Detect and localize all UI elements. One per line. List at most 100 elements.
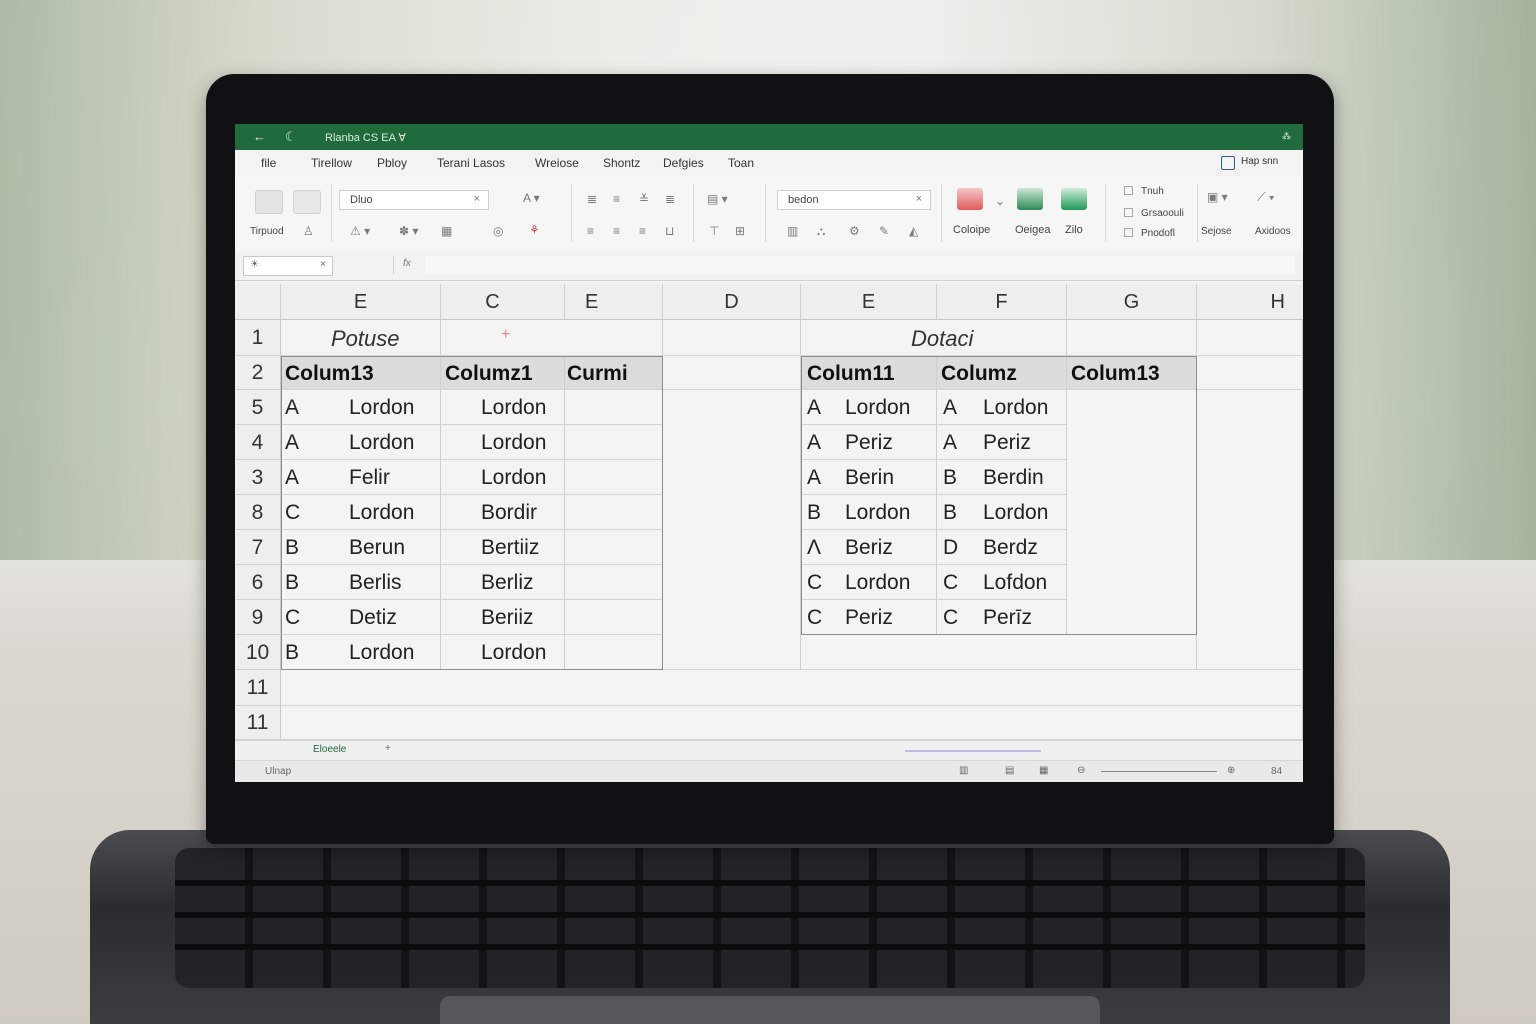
row-header[interactable]: 1 [235, 320, 281, 356]
table-cell[interactable] [565, 635, 663, 670]
zoom-in-icon[interactable]: ⊕ [1227, 765, 1235, 776]
table-cell[interactable]: A Berin [801, 460, 937, 495]
clear-icon[interactable]: ⚘ [529, 223, 540, 237]
table-cell[interactable] [1067, 390, 1197, 635]
cell[interactable] [1197, 356, 1303, 390]
table-cell[interactable] [565, 565, 663, 600]
align-middle-icon[interactable]: ≡ [613, 192, 620, 206]
window-menu-icon[interactable]: ⁂ [1282, 131, 1291, 142]
table-header-cell[interactable]: Columz [937, 356, 1067, 390]
highlight-icon[interactable]: ◎ [493, 224, 503, 238]
font-color-icon[interactable]: ✽ ▾ [399, 224, 418, 238]
table-cell[interactable]: A Lordon [281, 390, 441, 425]
table-cell[interactable] [565, 530, 663, 565]
share-icon[interactable] [1221, 156, 1235, 170]
normal-view-icon[interactable]: ▥ [959, 765, 968, 776]
table-cell[interactable] [565, 425, 663, 460]
checkbox-icon[interactable]: ☐ [1123, 184, 1134, 198]
format-painter-icon[interactable]: ♙ [303, 224, 314, 238]
wrap-text-icon[interactable]: ≣ [665, 192, 675, 206]
checkbox-icon[interactable]: ☐ [1123, 226, 1134, 240]
conditional-formatting-icon[interactable] [957, 188, 983, 210]
percent-icon[interactable]: ⊞ [735, 224, 745, 238]
table-cell[interactable]: A Lordon [281, 425, 441, 460]
number-format-icon[interactable]: ▤ ▾ [707, 192, 728, 206]
table-cell[interactable]: B Berdin [937, 460, 1067, 495]
empty-row[interactable] [281, 670, 1303, 706]
table-cell[interactable]: B Berun [281, 530, 441, 565]
row-header[interactable]: 6 [235, 565, 281, 600]
chevron-down-icon[interactable]: ⌄ [995, 194, 1005, 208]
table-cell[interactable] [565, 495, 663, 530]
table-cell[interactable]: B Lordon [801, 495, 937, 530]
align-center-icon[interactable]: ≡ [613, 224, 620, 238]
table-cell[interactable]: C Lordon [801, 565, 937, 600]
name-box[interactable]: ☀ × [243, 256, 333, 276]
table-cell[interactable]: A Lordon [801, 390, 937, 425]
insert-icon[interactable]: ▣ ▾ [1207, 190, 1228, 204]
add-sheet-button[interactable]: + [385, 743, 391, 754]
cell[interactable] [1197, 320, 1303, 356]
cell[interactable] [1067, 320, 1197, 356]
format-as-table-icon[interactable] [1017, 188, 1043, 210]
table-cell[interactable]: Lordon [441, 460, 565, 495]
table-cell[interactable]: C Perīz [937, 600, 1067, 635]
row-header[interactable]: 11 [235, 670, 281, 706]
table-header-cell[interactable]: Columz1 [441, 356, 565, 390]
cell[interactable] [801, 635, 1197, 670]
table-cell[interactable] [565, 600, 663, 635]
table-cell[interactable]: Λ Beriz [801, 530, 937, 565]
cell-styles-icon[interactable] [1061, 188, 1087, 210]
column-header[interactable]: E [281, 284, 441, 320]
page-break-icon[interactable]: ▦ [1039, 765, 1048, 776]
table-cell[interactable]: B Berlis [281, 565, 441, 600]
cell[interactable]: + [441, 320, 663, 356]
table-header-cell[interactable]: Colum13 [1067, 356, 1197, 390]
table-cell[interactable]: Berliz [441, 565, 565, 600]
cell[interactable] [663, 356, 801, 390]
currency-icon[interactable]: ⊤ [709, 224, 719, 238]
cell-right-title[interactable]: Dotaci [801, 320, 1067, 356]
row-header[interactable]: 11 [235, 706, 281, 740]
checkbox-icon[interactable]: ☐ [1123, 206, 1134, 220]
zoom-slider[interactable] [1101, 771, 1217, 772]
column-header[interactable]: G [1067, 284, 1197, 320]
sheet-grid[interactable]: E C E D E F G H 1 2 5 4 3 8 7 6 9 10 11 … [235, 284, 1303, 740]
table-cell[interactable]: C Lordon [281, 495, 441, 530]
table-cell[interactable]: Lordon [441, 390, 565, 425]
cell[interactable] [663, 320, 801, 356]
table-cell[interactable]: A Periz [937, 425, 1067, 460]
fill-color-icon[interactable]: ⚠ ▾ [350, 224, 370, 238]
menu-item-4[interactable]: Terani Lasos [437, 156, 505, 170]
menu-item-6[interactable]: Shontz [603, 156, 640, 170]
share-button[interactable]: Hap snn [1241, 156, 1278, 167]
empty-row[interactable] [281, 706, 1303, 740]
column-header[interactable]: H [1197, 284, 1303, 320]
row-header[interactable]: 10 [235, 635, 281, 670]
column-header[interactable]: E [565, 284, 663, 320]
close-icon[interactable]: × [320, 259, 326, 270]
row-header[interactable]: 4 [235, 425, 281, 460]
merge-icon[interactable]: ⊔ [665, 224, 674, 238]
table-cell[interactable] [565, 390, 663, 425]
align-right-icon[interactable]: ≡ [639, 224, 646, 238]
row-header[interactable]: 5 [235, 390, 281, 425]
search-box[interactable]: bedon × [777, 190, 931, 210]
table-cell[interactable]: Lordon [441, 425, 565, 460]
row-header[interactable]: 3 [235, 460, 281, 495]
cell-column-h[interactable] [1197, 390, 1303, 670]
select-icon[interactable]: ◭ [909, 224, 918, 238]
align-left-icon[interactable]: ≡ [587, 224, 594, 238]
table-cell[interactable]: D Berdz [937, 530, 1067, 565]
sheet-tab[interactable]: Eloeele [313, 744, 346, 755]
menu-item-file[interactable]: file [261, 156, 276, 170]
select-all-corner[interactable] [235, 284, 281, 320]
row-header[interactable]: 2 [235, 356, 281, 390]
align-top-icon[interactable]: ≣ [587, 192, 597, 206]
font-size-icon[interactable]: A ▾ [523, 191, 540, 205]
table-cell[interactable]: Beriiz [441, 600, 565, 635]
table-cell[interactable]: C Periz [801, 600, 937, 635]
analyze-icon[interactable]: ⟋ ▾ [1257, 190, 1275, 205]
table-header-cell[interactable]: Colum11 [801, 356, 937, 390]
table-cell[interactable] [565, 460, 663, 495]
